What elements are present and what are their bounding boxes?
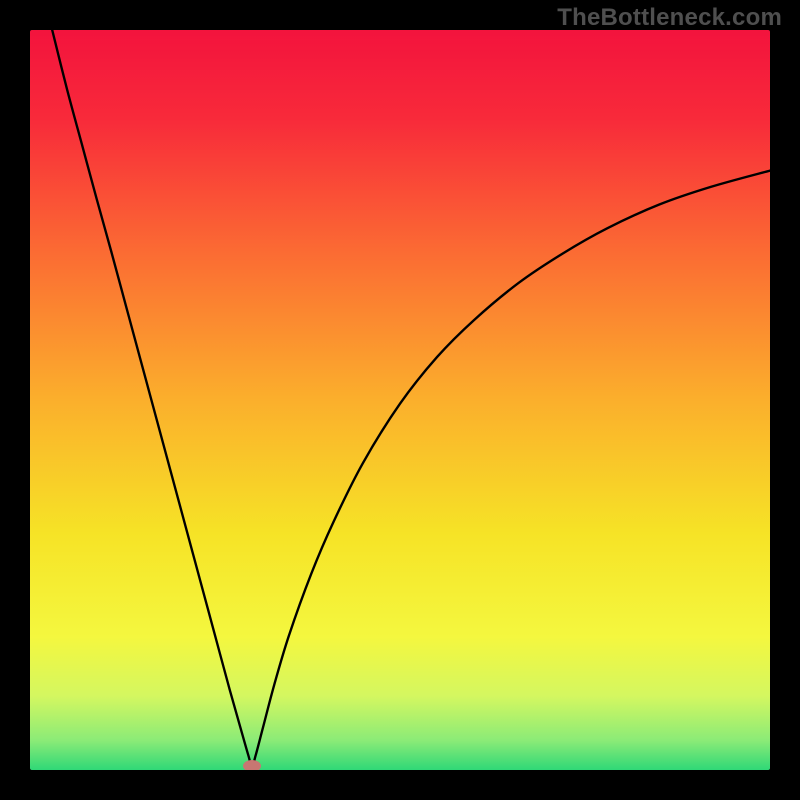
- bottleneck-curve-path: [52, 30, 770, 766]
- plot-area: [30, 30, 770, 770]
- watermark-text: TheBottleneck.com: [557, 4, 782, 32]
- curve-layer: [30, 30, 770, 770]
- bottleneck-chart: TheBottleneck.com: [0, 0, 800, 800]
- optimum-marker: [243, 760, 261, 770]
